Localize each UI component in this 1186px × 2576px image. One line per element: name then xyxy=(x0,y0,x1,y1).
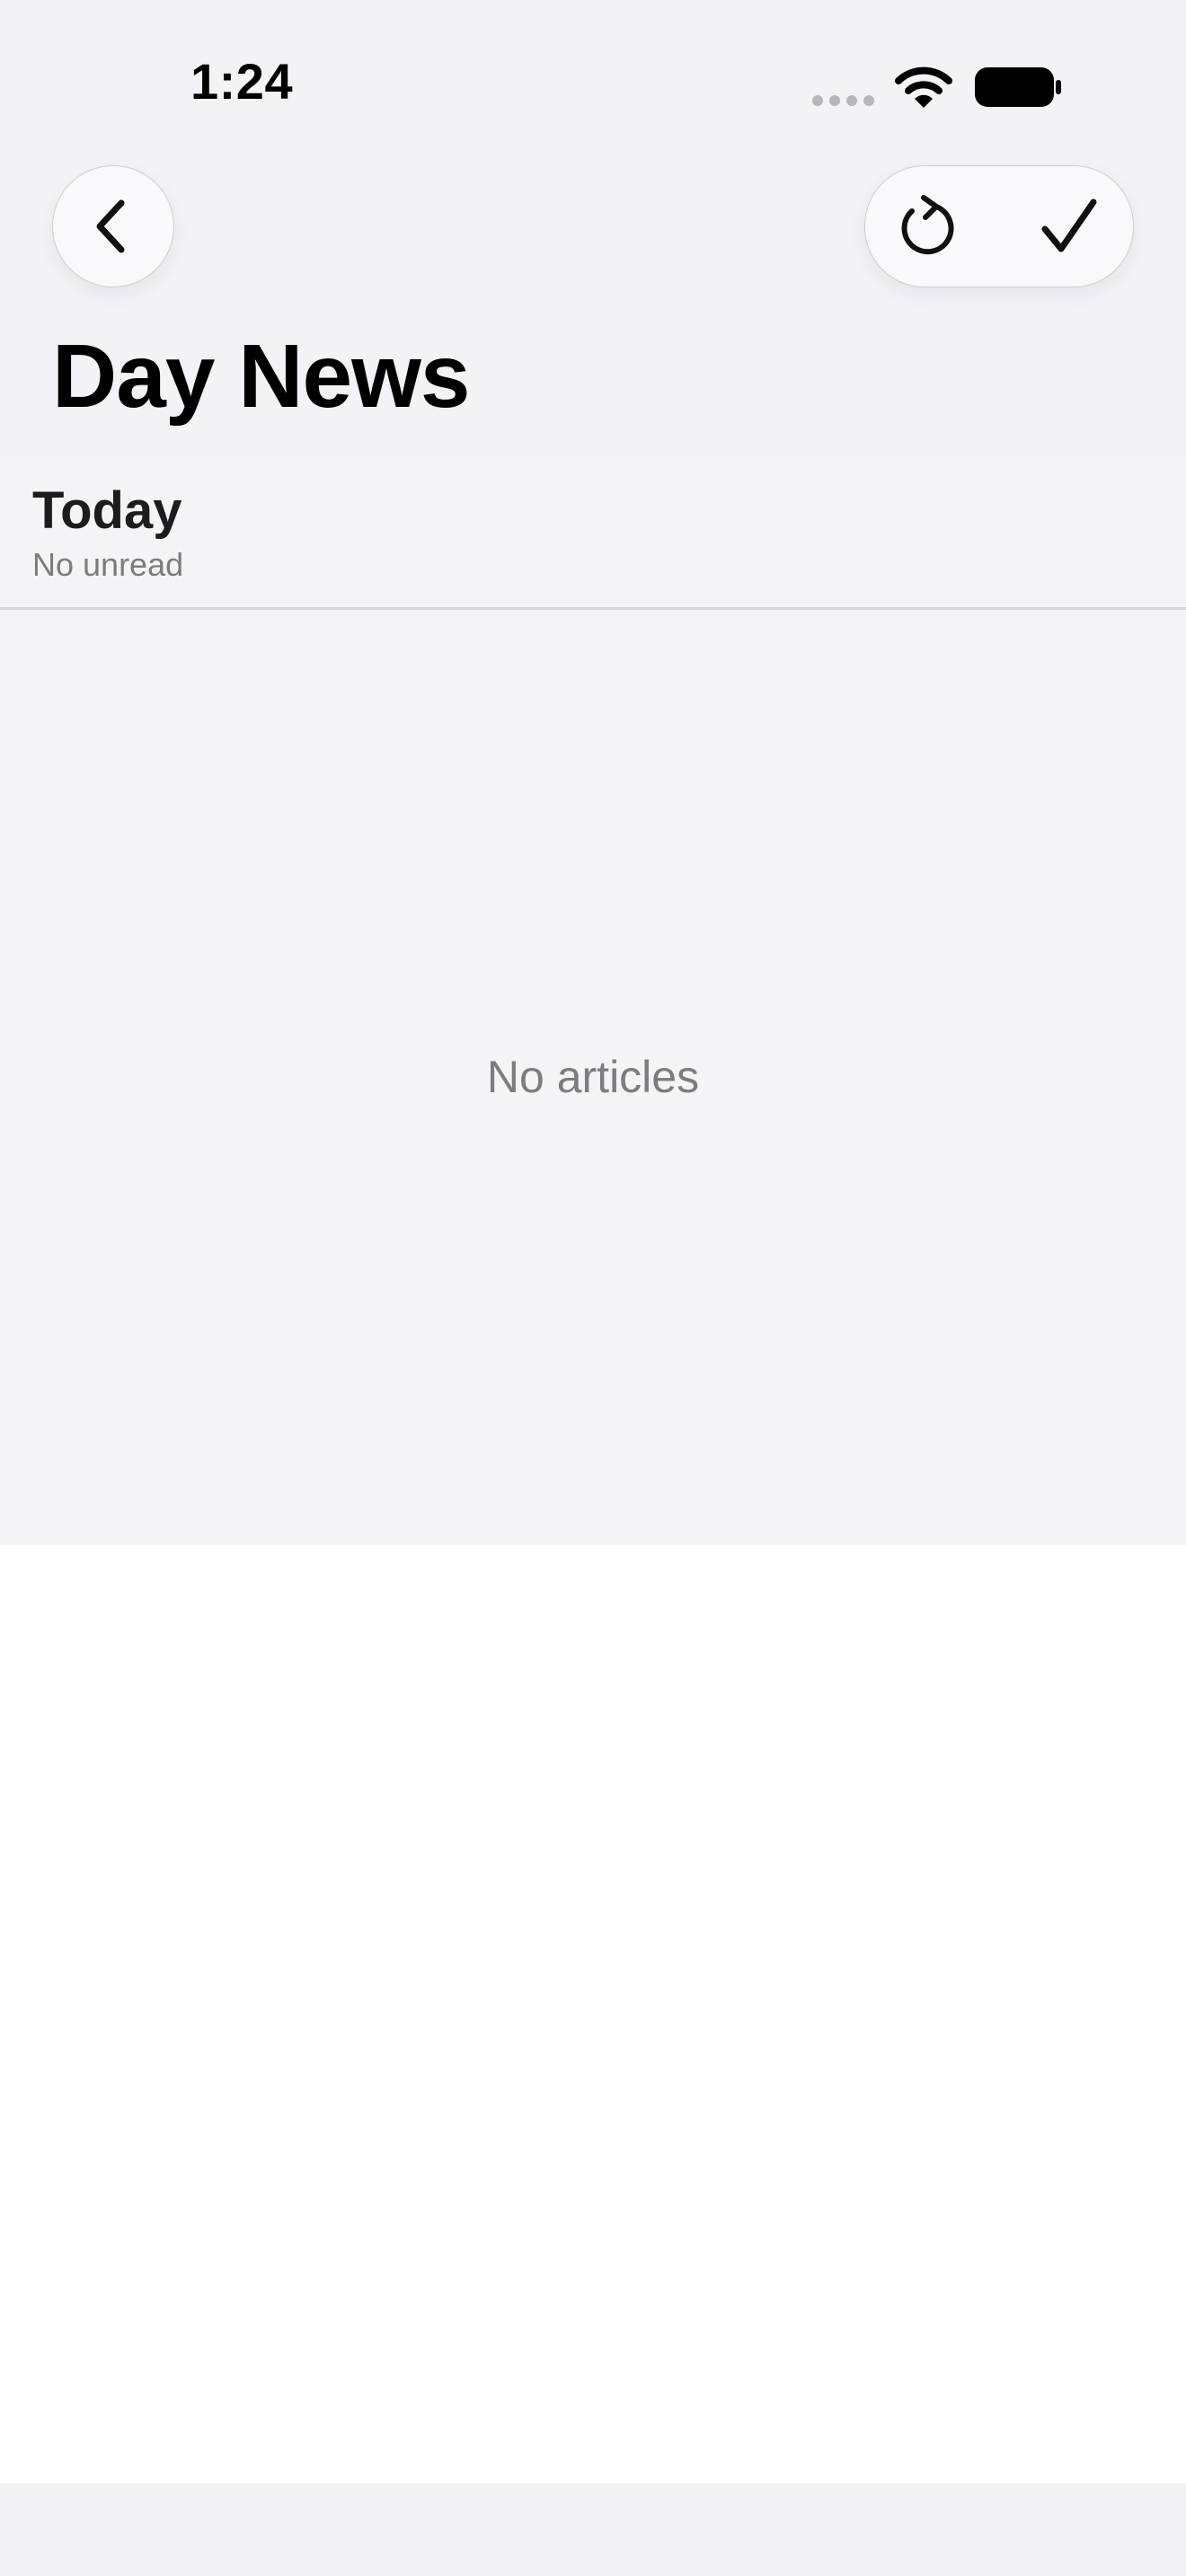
unread-count-label: No unread xyxy=(32,546,184,583)
status-time: 1:24 xyxy=(190,53,294,110)
refresh-icon xyxy=(901,195,954,255)
bottom-safe-area xyxy=(0,2483,1186,2576)
blank-content-area xyxy=(0,1545,1186,2483)
section-divider xyxy=(0,607,1186,610)
page-title: Day News xyxy=(52,326,470,427)
back-button[interactable] xyxy=(52,165,174,287)
cellular-signal-icon xyxy=(812,95,874,106)
section-title: Today xyxy=(32,481,182,540)
mark-all-read-button[interactable] xyxy=(1026,183,1112,269)
battery-icon xyxy=(975,67,1061,107)
wifi-icon xyxy=(895,66,952,108)
empty-state-message: No articles xyxy=(486,1052,700,1102)
chevron-left-icon xyxy=(96,199,125,253)
article-list-panel xyxy=(0,454,1186,1545)
refresh-button[interactable] xyxy=(884,183,970,269)
checkmark-icon xyxy=(1041,198,1097,252)
